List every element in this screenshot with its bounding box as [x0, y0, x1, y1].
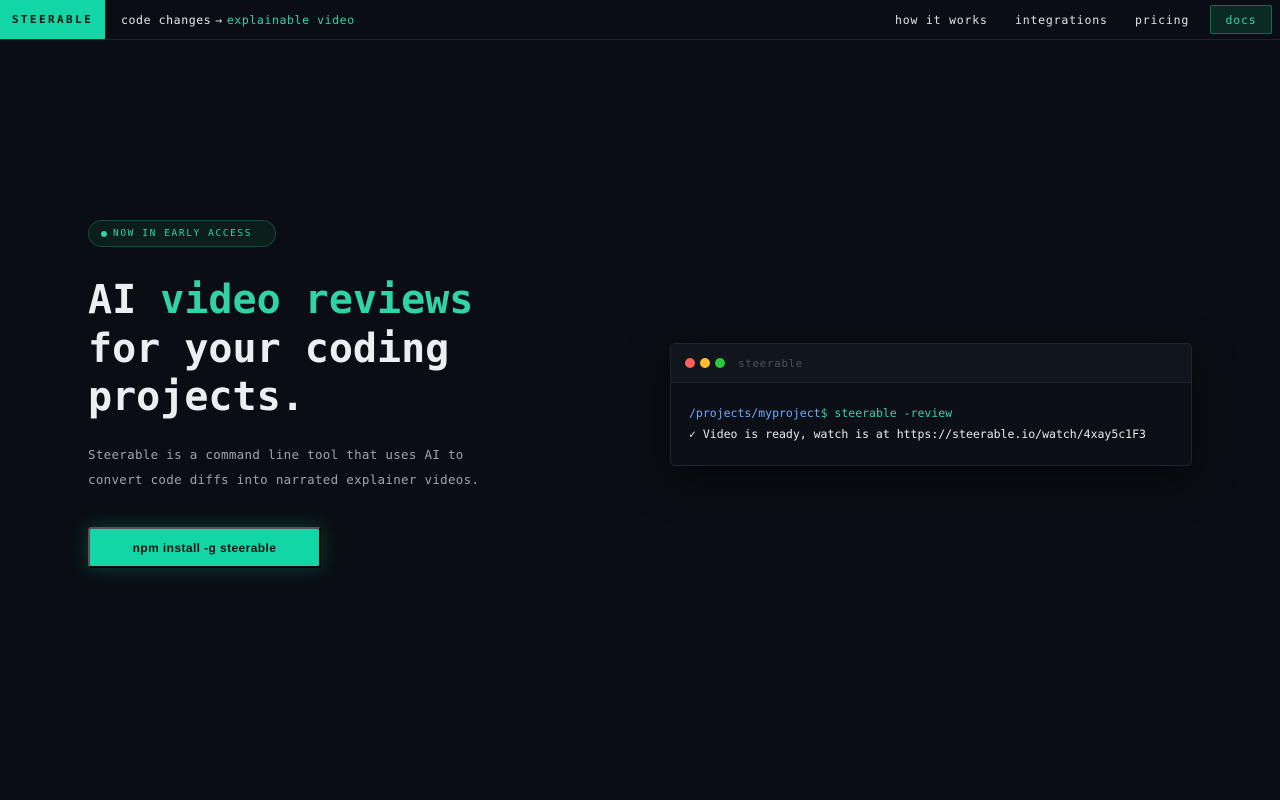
- hero-headline: AI video reviews for your coding project…: [88, 276, 608, 422]
- badge-label: NOW IN EARLY ACCESS: [113, 228, 253, 239]
- hero-description: Steerable is a command line tool that us…: [88, 447, 480, 487]
- tagline-accent: explainable video: [226, 12, 355, 27]
- headline-part1: AI: [88, 277, 161, 323]
- arrow-right-icon: →: [215, 12, 223, 27]
- headline-part2: for your coding: [88, 325, 450, 372]
- close-window-icon[interactable]: [685, 358, 695, 368]
- terminal-titlebar: steerable: [671, 344, 1191, 383]
- nav-tagline: code changes → explainable video: [121, 0, 355, 39]
- terminal-title: steerable: [738, 356, 804, 370]
- maximize-window-icon[interactable]: [715, 358, 725, 368]
- terminal-path: /projects/myproject: [689, 406, 821, 420]
- terminal-window: steerable /projects/myproject$ steerable…: [670, 343, 1192, 466]
- terminal-output: ✓ Video is ready, watch is at https://st…: [689, 427, 1146, 441]
- nav-link-pricing[interactable]: pricing: [1135, 0, 1189, 39]
- tagline-prefix: code changes: [121, 12, 212, 27]
- headline-part3: projects.: [88, 374, 305, 420]
- terminal-command: steerable -review: [827, 406, 953, 420]
- top-nav: STEERABLE code changes → explainable vid…: [0, 0, 1280, 40]
- brand-logo[interactable]: STEERABLE: [0, 0, 105, 39]
- headline-highlight: video reviews: [160, 277, 474, 323]
- nav-link-how-it-works[interactable]: how it works: [895, 0, 988, 39]
- terminal-prompt: $: [820, 406, 828, 420]
- docs-button[interactable]: docs: [1210, 5, 1272, 34]
- minimize-window-icon[interactable]: [700, 358, 710, 368]
- status-dot-icon: [101, 230, 107, 237]
- terminal-body: /projects/myproject$ steerable -review ✓…: [671, 383, 1191, 445]
- nav-link-integrations[interactable]: integrations: [1015, 0, 1108, 39]
- terminal-command-line: /projects/myproject$ steerable -review: [689, 403, 1173, 424]
- npm-install-button[interactable]: npm install -g steerable: [88, 527, 321, 568]
- early-access-badge: NOW IN EARLY ACCESS: [88, 220, 276, 247]
